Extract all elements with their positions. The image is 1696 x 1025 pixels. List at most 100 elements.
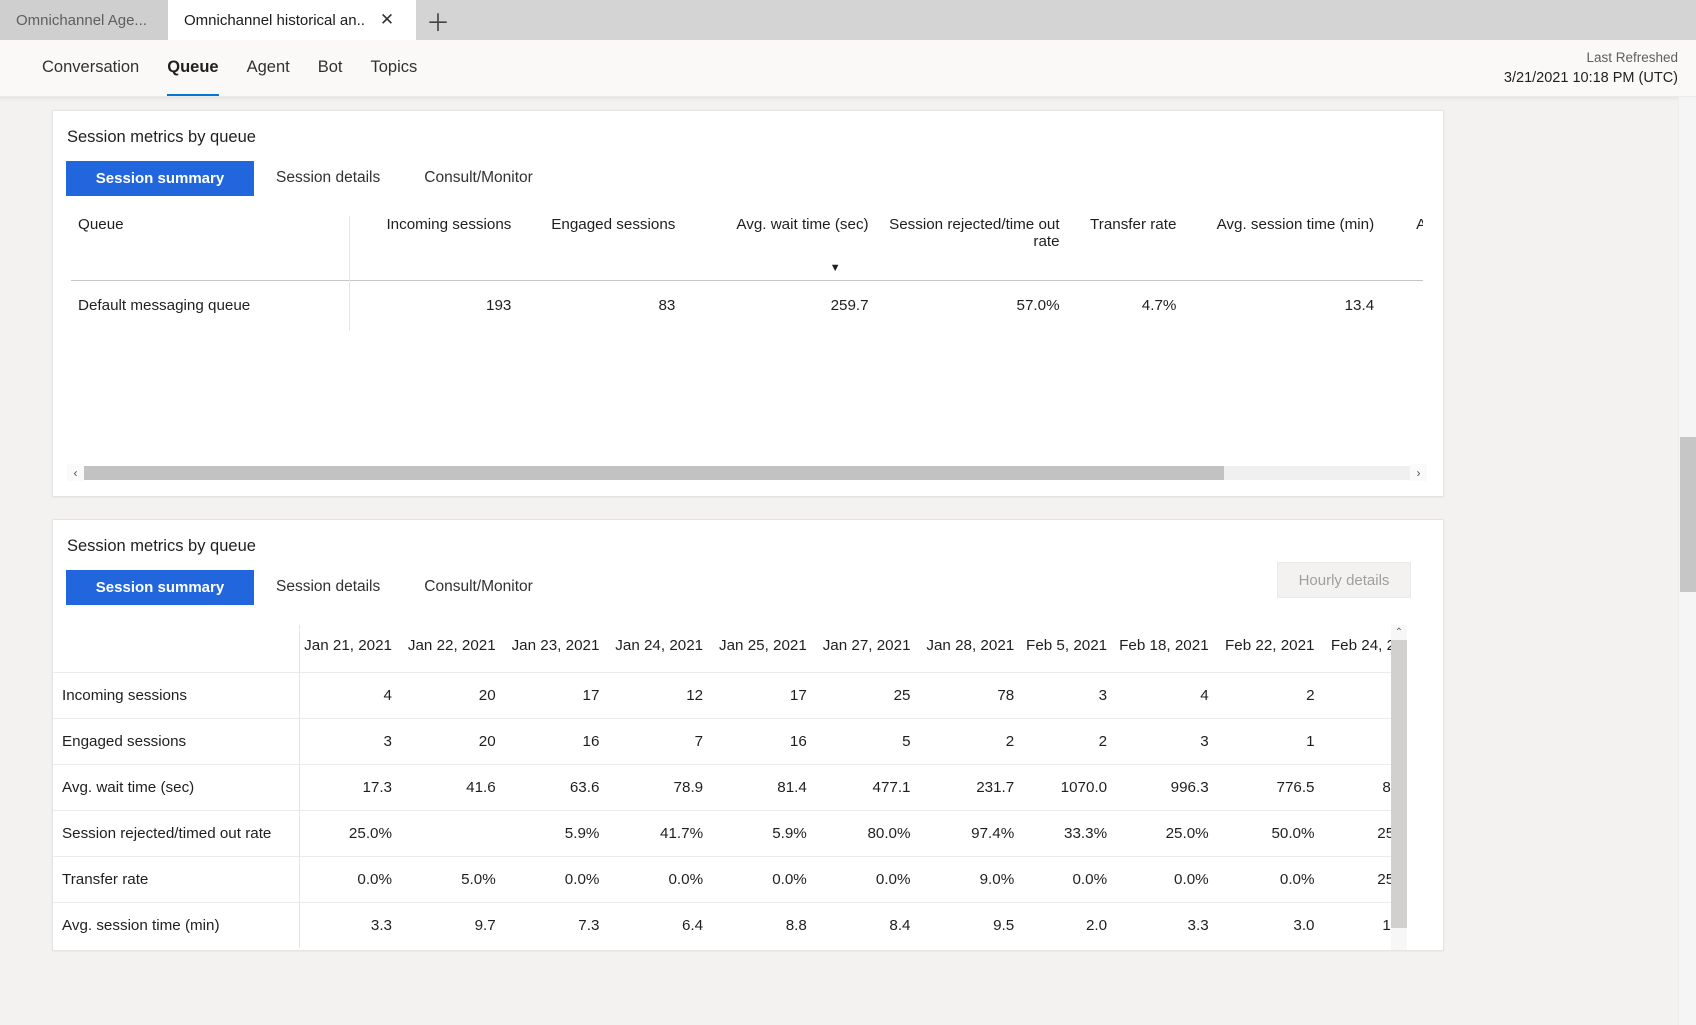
- cell: 25.0%: [299, 810, 403, 857]
- card1-pivot-session-summary[interactable]: Session summary: [66, 160, 254, 196]
- app-header: Conversation Queue Agent Bot Topics Last…: [0, 40, 1696, 97]
- nav-tab-queue-label: Queue: [167, 57, 219, 76]
- cell-transfer-rate: 4.7%: [1059, 280, 1177, 331]
- page-vertical-scrollbar[interactable]: [1678, 97, 1696, 1025]
- new-tab-icon[interactable]: ＋: [416, 0, 460, 40]
- col-header-date-0[interactable]: Jan 21, 2021: [299, 625, 403, 673]
- card2-pivot-session-summary[interactable]: Session summary: [66, 569, 254, 605]
- nav-tab-bot[interactable]: Bot: [304, 40, 357, 96]
- col-header-engaged-sessions[interactable]: Engaged sessions: [511, 216, 675, 281]
- scroll-left-icon[interactable]: ‹: [67, 464, 84, 481]
- card2-table-scroll-viewport[interactable]: Jan 21, 2021 Jan 22, 2021 Jan 23, 2021 J…: [53, 625, 1398, 948]
- page-scrollbar-thumb[interactable]: [1680, 437, 1696, 592]
- scroll-up-icon[interactable]: ⌃: [1391, 625, 1407, 640]
- cell: 9.0%: [921, 856, 1026, 903]
- cell: 5: [817, 718, 922, 765]
- cell-avg-session-handle-time: 6.4: [1374, 280, 1423, 331]
- col-header-date-10[interactable]: Feb 24, 2021: [1326, 625, 1398, 673]
- row-label-session-rejected-rate: Session rejected/timed out rate: [53, 810, 300, 857]
- col-header-transfer-rate[interactable]: Transfer rate: [1060, 216, 1176, 281]
- col-header-avg-wait-time[interactable]: Avg. wait time (sec) ▼: [675, 216, 868, 281]
- nav-tab-conversation[interactable]: Conversation: [28, 40, 153, 96]
- table-row[interactable]: Avg. session time (min) 3.3 9.7 7.3 6.4 …: [53, 902, 1398, 948]
- cell: 7.3: [506, 902, 611, 948]
- scrollbar-track[interactable]: [84, 465, 1410, 480]
- card1-pivot-group: Session summary Session details Consult/…: [53, 147, 1443, 196]
- col-header-date-2[interactable]: Jan 23, 2021: [507, 625, 611, 673]
- browser-tab-strip: Omnichannel Age... Omnichannel historica…: [0, 0, 1696, 40]
- table-header-row: Jan 21, 2021 Jan 22, 2021 Jan 23, 2021 J…: [53, 625, 1398, 673]
- cell: 0.0%: [714, 856, 818, 903]
- table-row[interactable]: Incoming sessions 4 20 17 12 17 25 78 3 …: [53, 672, 1398, 719]
- cell: 50.0%: [1219, 810, 1326, 857]
- cell-avg-wait-time: 259.7: [675, 280, 869, 331]
- last-refreshed-time: 3/21/2021 10:18 PM (UTC): [1503, 69, 1678, 86]
- queue-summary-table: Queue Incoming sessions Engaged sessions…: [71, 216, 1423, 331]
- cell: 4: [1118, 672, 1220, 719]
- col-header-date-9[interactable]: Feb 22, 2021: [1220, 625, 1326, 673]
- cell: 8.4: [817, 902, 922, 948]
- card2-title: Session metrics by queue: [67, 537, 256, 555]
- cell: 63.6: [506, 764, 611, 811]
- nav-tab-topics[interactable]: Topics: [357, 40, 432, 96]
- nav-tab-agent[interactable]: Agent: [233, 40, 304, 96]
- cell: 16: [506, 718, 611, 765]
- col-header-avg-session-handle-time[interactable]: Avg. session handle time (min): [1374, 216, 1423, 281]
- cell: 0.0%: [1219, 856, 1326, 903]
- scrollbar-thumb[interactable]: [1391, 640, 1407, 928]
- col-header-session-rejected-rate[interactable]: Session rejected/time out rate: [869, 216, 1060, 281]
- cell: 9.5: [921, 902, 1026, 948]
- card1-horizontal-scrollbar[interactable]: ‹ ›: [67, 464, 1427, 481]
- col-header-queue[interactable]: Queue: [71, 216, 351, 281]
- col-header-date-6[interactable]: Jan 28, 2021: [922, 625, 1026, 673]
- cell: 5.0%: [403, 856, 507, 903]
- cell: 0.0%: [1025, 856, 1119, 903]
- row-label-avg-wait-time: Avg. wait time (sec): [53, 764, 300, 811]
- col-header-date-7[interactable]: Feb 5, 2021: [1025, 625, 1118, 673]
- cell: 25: [817, 672, 922, 719]
- card2-pivot-consult-monitor[interactable]: Consult/Monitor: [402, 569, 555, 605]
- scrollbar-thumb[interactable]: [84, 465, 1225, 480]
- cell: 16: [714, 718, 818, 765]
- card2-pivot-session-details[interactable]: Session details: [254, 569, 402, 605]
- table-row[interactable]: Default messaging queue 193 83 259.7 57.…: [71, 280, 1423, 331]
- table-row[interactable]: Avg. wait time (sec) 17.3 41.6 63.6 78.9…: [53, 764, 1398, 811]
- cell: 6.4: [610, 902, 715, 948]
- browser-tab-1[interactable]: Omnichannel historical an... ✕: [168, 0, 416, 40]
- close-icon[interactable]: ✕: [374, 7, 400, 33]
- last-refreshed: Last Refreshed 3/21/2021 10:18 PM (UTC): [1504, 48, 1678, 89]
- cell: 0.0%: [506, 856, 611, 903]
- table-row[interactable]: Engaged sessions 3 20 16 7 16 5 2 2 3 1: [53, 718, 1398, 765]
- col-header-incoming-sessions[interactable]: Incoming sessions: [350, 216, 511, 281]
- card1-pivot-session-details[interactable]: Session details: [254, 160, 402, 196]
- table-row[interactable]: Transfer rate 0.0% 5.0% 0.0% 0.0% 0.0% 0…: [53, 856, 1398, 903]
- browser-tab-1-label: Omnichannel historical an...: [184, 11, 364, 29]
- col-header-avg-session-time[interactable]: Avg. session time (min): [1176, 216, 1375, 281]
- col-header-date-4[interactable]: Jan 25, 2021: [714, 625, 818, 673]
- card1-table-body: Queue Incoming sessions Engaged sessions…: [53, 196, 1443, 496]
- cell: 9.7: [403, 902, 507, 948]
- row-label-incoming-sessions: Incoming sessions: [53, 672, 300, 719]
- cell: 776.5: [1219, 764, 1326, 811]
- cell: 1070.0: [1025, 764, 1119, 811]
- row-label-transfer-rate: Transfer rate: [53, 856, 300, 903]
- cell: 17: [714, 672, 818, 719]
- cell: 41.6: [403, 764, 507, 811]
- browser-tab-0[interactable]: Omnichannel Age...: [0, 0, 168, 40]
- nav-tab-queue[interactable]: Queue: [153, 40, 232, 96]
- col-header-date-5[interactable]: Jan 27, 2021: [818, 625, 922, 673]
- cell: 3.3: [1118, 902, 1220, 948]
- card1-pivot-consult-monitor[interactable]: Consult/Monitor: [402, 160, 555, 196]
- card1-table-scroll-viewport[interactable]: Queue Incoming sessions Engaged sessions…: [53, 196, 1443, 331]
- col-header-date-8[interactable]: Feb 18, 2021: [1118, 625, 1220, 673]
- cell: 5.9%: [506, 810, 611, 857]
- table-row[interactable]: Session rejected/timed out rate 25.0% 5.…: [53, 810, 1398, 857]
- card2-vertical-scrollbar[interactable]: ⌃: [1391, 625, 1407, 950]
- nav-tab-agent-label: Agent: [246, 57, 290, 76]
- scroll-right-icon[interactable]: ›: [1410, 464, 1427, 481]
- col-header-date-3[interactable]: Jan 24, 2021: [610, 625, 714, 673]
- card1-title: Session metrics by queue: [67, 128, 256, 146]
- col-header-date-1[interactable]: Jan 22, 2021: [403, 625, 507, 673]
- hourly-details-button[interactable]: Hourly details: [1277, 562, 1411, 598]
- cell: 5.9%: [714, 810, 818, 857]
